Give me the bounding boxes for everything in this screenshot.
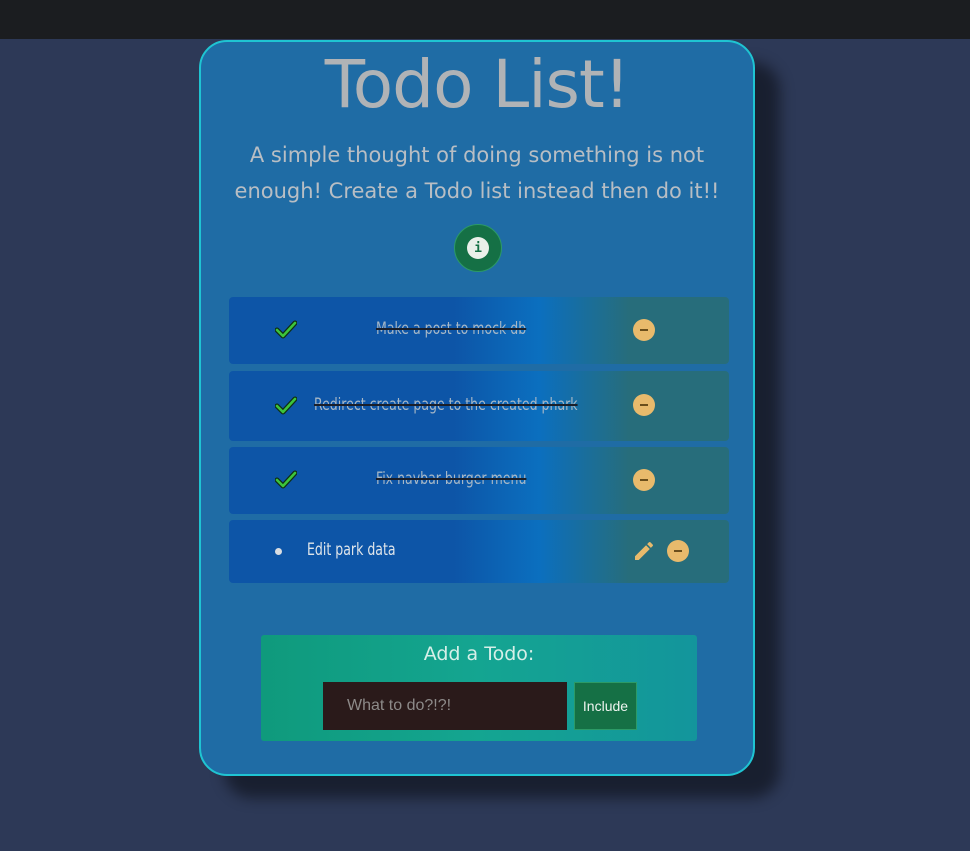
check-icon[interactable] (275, 396, 297, 416)
remove-icon[interactable] (633, 469, 655, 491)
remove-icon[interactable] (633, 319, 655, 341)
page-title: Todo List! (324, 46, 631, 123)
add-todo-form: Add a Todo: Include (261, 635, 697, 741)
todo-item[interactable]: Edit park data (229, 520, 729, 583)
todo-text: Fix navbar burger menu (376, 469, 527, 489)
bullet-icon (275, 548, 282, 555)
check-icon[interactable] (275, 320, 297, 340)
subtitle-line-1: A simple thought of doing something is n… (249, 143, 705, 167)
todo-text: Make a post to mock db (376, 319, 527, 339)
subtitle-line-2: enough! Create a Todo list instead then … (234, 179, 720, 203)
browser-top-bar (0, 0, 970, 39)
info-icon: i (467, 237, 489, 259)
todo-item[interactable]: Make a post to mock db (229, 297, 729, 364)
todo-text: Edit park data (307, 540, 396, 560)
todo-item[interactable]: Redirect create page to the created phar… (229, 371, 729, 441)
check-icon[interactable] (275, 470, 297, 490)
remove-icon[interactable] (667, 540, 689, 562)
todo-card: Todo List! A simple thought of doing som… (199, 40, 755, 776)
page-subtitle: A simple thought of doing something is n… (221, 137, 733, 209)
info-button[interactable]: i (454, 224, 502, 272)
todo-item[interactable]: Fix navbar burger menu (229, 447, 729, 514)
todo-text: Redirect create page to the created phar… (314, 395, 578, 415)
edit-pencil-icon[interactable] (632, 539, 656, 563)
todo-input[interactable] (323, 682, 567, 730)
remove-icon[interactable] (633, 394, 655, 416)
add-todo-label: Add a Todo: (423, 643, 535, 665)
include-button[interactable]: Include (574, 682, 637, 730)
